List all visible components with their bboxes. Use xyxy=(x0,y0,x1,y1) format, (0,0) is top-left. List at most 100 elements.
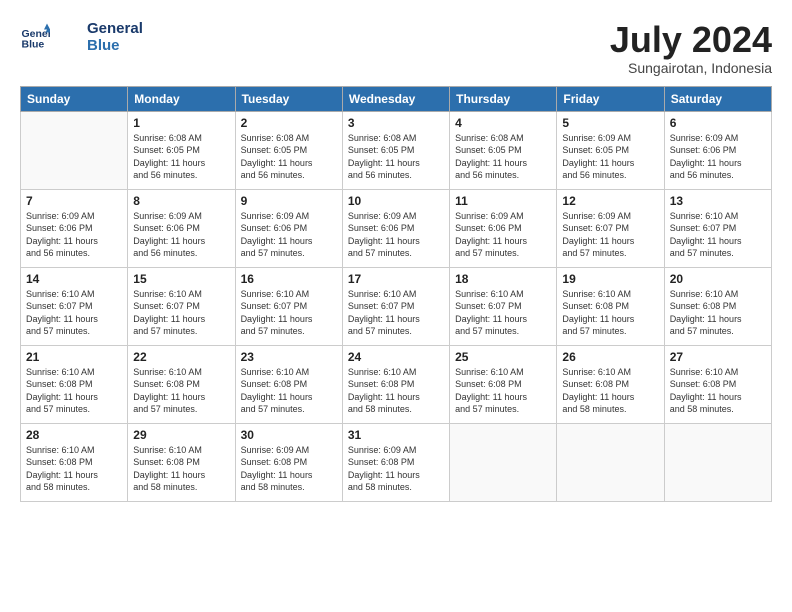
calendar-cell: 17 Sunrise: 6:10 AM Sunset: 6:07 PM Dayli… xyxy=(342,267,449,345)
day-number: 28 xyxy=(26,428,122,442)
day-number: 16 xyxy=(241,272,337,286)
calendar-cell: 18 Sunrise: 6:10 AM Sunset: 6:07 PM Dayli… xyxy=(450,267,557,345)
calendar-cell: 21Sunrise: 6:10 AM Sunset: 6:08 PM Dayli… xyxy=(21,345,128,423)
calendar-cell: 8 Sunrise: 6:09 AM Sunset: 6:06 PM Daylig… xyxy=(128,189,235,267)
day-info: Sunrise: 6:10 AM Sunset: 6:08 PM Dayligh… xyxy=(26,444,122,494)
day-number: 23 xyxy=(241,350,337,364)
month-title: July 2024 xyxy=(610,20,772,60)
day-number: 4 xyxy=(455,116,551,130)
calendar-cell: 11Sunrise: 6:09 AM Sunset: 6:06 PM Dayli… xyxy=(450,189,557,267)
col-tuesday: Tuesday xyxy=(235,86,342,111)
day-number: 6 xyxy=(670,116,766,130)
calendar-cell: 2 Sunrise: 6:08 AM Sunset: 6:05 PM Daylig… xyxy=(235,111,342,189)
calendar-cell: 20 Sunrise: 6:10 AM Sunset: 6:08 PM Dayli… xyxy=(664,267,771,345)
day-number: 29 xyxy=(133,428,229,442)
day-info: Sunrise: 6:09 AM Sunset: 6:08 PM Dayligh… xyxy=(241,444,337,494)
day-info: Sunrise: 6:10 AM Sunset: 6:07 PM Dayligh… xyxy=(455,288,551,338)
day-info: Sunrise: 6:09 AM Sunset: 6:06 PM Dayligh… xyxy=(26,210,122,260)
day-info: Sunrise: 6:08 AM Sunset: 6:05 PM Dayligh… xyxy=(348,132,444,182)
day-number: 18 xyxy=(455,272,551,286)
day-info: Sunrise: 6:08 AM Sunset: 6:05 PM Dayligh… xyxy=(133,132,229,182)
day-info: Sunrise: 6:09 AM Sunset: 6:06 PM Dayligh… xyxy=(670,132,766,182)
calendar-cell: 16 Sunrise: 6:10 AM Sunset: 6:07 PM Dayli… xyxy=(235,267,342,345)
col-thursday: Thursday xyxy=(450,86,557,111)
calendar-cell xyxy=(557,423,664,501)
calendar-cell xyxy=(450,423,557,501)
calendar-cell: 9 Sunrise: 6:09 AM Sunset: 6:06 PM Daylig… xyxy=(235,189,342,267)
day-number: 8 xyxy=(133,194,229,208)
day-number: 13 xyxy=(670,194,766,208)
calendar-cell: 27Sunrise: 6:10 AM Sunset: 6:08 PM Dayli… xyxy=(664,345,771,423)
day-number: 25 xyxy=(455,350,551,364)
calendar-cell: 12 Sunrise: 6:09 AM Sunset: 6:07 PM Dayli… xyxy=(557,189,664,267)
calendar-cell: 4 Sunrise: 6:08 AM Sunset: 6:05 PM Daylig… xyxy=(450,111,557,189)
week-row-4: 21Sunrise: 6:10 AM Sunset: 6:08 PM Dayli… xyxy=(21,345,772,423)
calendar-cell: 31Sunrise: 6:09 AM Sunset: 6:08 PM Dayli… xyxy=(342,423,449,501)
calendar-header-row: Sunday Monday Tuesday Wednesday Thursday… xyxy=(21,86,772,111)
day-number: 30 xyxy=(241,428,337,442)
calendar-cell xyxy=(664,423,771,501)
day-info: Sunrise: 6:09 AM Sunset: 6:06 PM Dayligh… xyxy=(241,210,337,260)
day-number: 20 xyxy=(670,272,766,286)
page-header: General Blue General Blue July 2024 Sung… xyxy=(20,20,772,76)
day-number: 5 xyxy=(562,116,658,130)
week-row-2: 7 Sunrise: 6:09 AM Sunset: 6:06 PM Daylig… xyxy=(21,189,772,267)
day-info: Sunrise: 6:09 AM Sunset: 6:06 PM Dayligh… xyxy=(348,210,444,260)
day-number: 10 xyxy=(348,194,444,208)
col-monday: Monday xyxy=(128,86,235,111)
day-info: Sunrise: 6:10 AM Sunset: 6:08 PM Dayligh… xyxy=(670,366,766,416)
day-number: 9 xyxy=(241,194,337,208)
calendar-cell: 1 Sunrise: 6:08 AM Sunset: 6:05 PM Daylig… xyxy=(128,111,235,189)
day-number: 1 xyxy=(133,116,229,130)
day-info: Sunrise: 6:08 AM Sunset: 6:05 PM Dayligh… xyxy=(241,132,337,182)
calendar-cell: 22 Sunrise: 6:10 AM Sunset: 6:08 PM Dayli… xyxy=(128,345,235,423)
day-number: 22 xyxy=(133,350,229,364)
location-subtitle: Sungairotan, Indonesia xyxy=(610,60,772,76)
calendar-cell: 29 Sunrise: 6:10 AM Sunset: 6:08 PM Dayli… xyxy=(128,423,235,501)
week-row-3: 14Sunrise: 6:10 AM Sunset: 6:07 PM Dayli… xyxy=(21,267,772,345)
day-info: Sunrise: 6:10 AM Sunset: 6:08 PM Dayligh… xyxy=(133,366,229,416)
day-info: Sunrise: 6:10 AM Sunset: 6:07 PM Dayligh… xyxy=(670,210,766,260)
calendar-cell: 25 Sunrise: 6:10 AM Sunset: 6:08 PM Dayli… xyxy=(450,345,557,423)
logo-line2: Blue xyxy=(87,37,143,54)
calendar-table: Sunday Monday Tuesday Wednesday Thursday… xyxy=(20,86,772,502)
title-block: July 2024 Sungairotan, Indonesia xyxy=(610,20,772,76)
col-saturday: Saturday xyxy=(664,86,771,111)
calendar-cell: 26Sunrise: 6:10 AM Sunset: 6:08 PM Dayli… xyxy=(557,345,664,423)
day-info: Sunrise: 6:10 AM Sunset: 6:08 PM Dayligh… xyxy=(348,366,444,416)
day-info: Sunrise: 6:10 AM Sunset: 6:07 PM Dayligh… xyxy=(26,288,122,338)
calendar-cell: 15Sunrise: 6:10 AM Sunset: 6:07 PM Dayli… xyxy=(128,267,235,345)
calendar-cell: 30 Sunrise: 6:09 AM Sunset: 6:08 PM Dayli… xyxy=(235,423,342,501)
col-wednesday: Wednesday xyxy=(342,86,449,111)
day-info: Sunrise: 6:10 AM Sunset: 6:08 PM Dayligh… xyxy=(26,366,122,416)
calendar-cell: 3Sunrise: 6:08 AM Sunset: 6:05 PM Daylig… xyxy=(342,111,449,189)
day-number: 17 xyxy=(348,272,444,286)
day-info: Sunrise: 6:08 AM Sunset: 6:05 PM Dayligh… xyxy=(455,132,551,182)
day-info: Sunrise: 6:10 AM Sunset: 6:07 PM Dayligh… xyxy=(348,288,444,338)
day-info: Sunrise: 6:10 AM Sunset: 6:08 PM Dayligh… xyxy=(133,444,229,494)
calendar-cell: 10 Sunrise: 6:09 AM Sunset: 6:06 PM Dayli… xyxy=(342,189,449,267)
calendar-cell: 28 Sunrise: 6:10 AM Sunset: 6:08 PM Dayli… xyxy=(21,423,128,501)
col-friday: Friday xyxy=(557,86,664,111)
day-info: Sunrise: 6:10 AM Sunset: 6:08 PM Dayligh… xyxy=(670,288,766,338)
day-info: Sunrise: 6:09 AM Sunset: 6:06 PM Dayligh… xyxy=(133,210,229,260)
calendar-cell: 24Sunrise: 6:10 AM Sunset: 6:08 PM Dayli… xyxy=(342,345,449,423)
week-row-1: 1 Sunrise: 6:08 AM Sunset: 6:05 PM Daylig… xyxy=(21,111,772,189)
day-info: Sunrise: 6:09 AM Sunset: 6:07 PM Dayligh… xyxy=(562,210,658,260)
day-info: Sunrise: 6:10 AM Sunset: 6:08 PM Dayligh… xyxy=(455,366,551,416)
calendar-cell: 7 Sunrise: 6:09 AM Sunset: 6:06 PM Daylig… xyxy=(21,189,128,267)
day-number: 15 xyxy=(133,272,229,286)
day-number: 2 xyxy=(241,116,337,130)
day-info: Sunrise: 6:10 AM Sunset: 6:07 PM Dayligh… xyxy=(241,288,337,338)
calendar-cell: 14Sunrise: 6:10 AM Sunset: 6:07 PM Dayli… xyxy=(21,267,128,345)
logo-icon: General Blue xyxy=(20,22,50,52)
day-info: Sunrise: 6:09 AM Sunset: 6:08 PM Dayligh… xyxy=(348,444,444,494)
day-number: 12 xyxy=(562,194,658,208)
logo-line1: General xyxy=(87,20,143,37)
day-info: Sunrise: 6:09 AM Sunset: 6:05 PM Dayligh… xyxy=(562,132,658,182)
day-info: Sunrise: 6:09 AM Sunset: 6:06 PM Dayligh… xyxy=(455,210,551,260)
day-info: Sunrise: 6:10 AM Sunset: 6:08 PM Dayligh… xyxy=(241,366,337,416)
week-row-5: 28 Sunrise: 6:10 AM Sunset: 6:08 PM Dayli… xyxy=(21,423,772,501)
col-sunday: Sunday xyxy=(21,86,128,111)
day-number: 7 xyxy=(26,194,122,208)
